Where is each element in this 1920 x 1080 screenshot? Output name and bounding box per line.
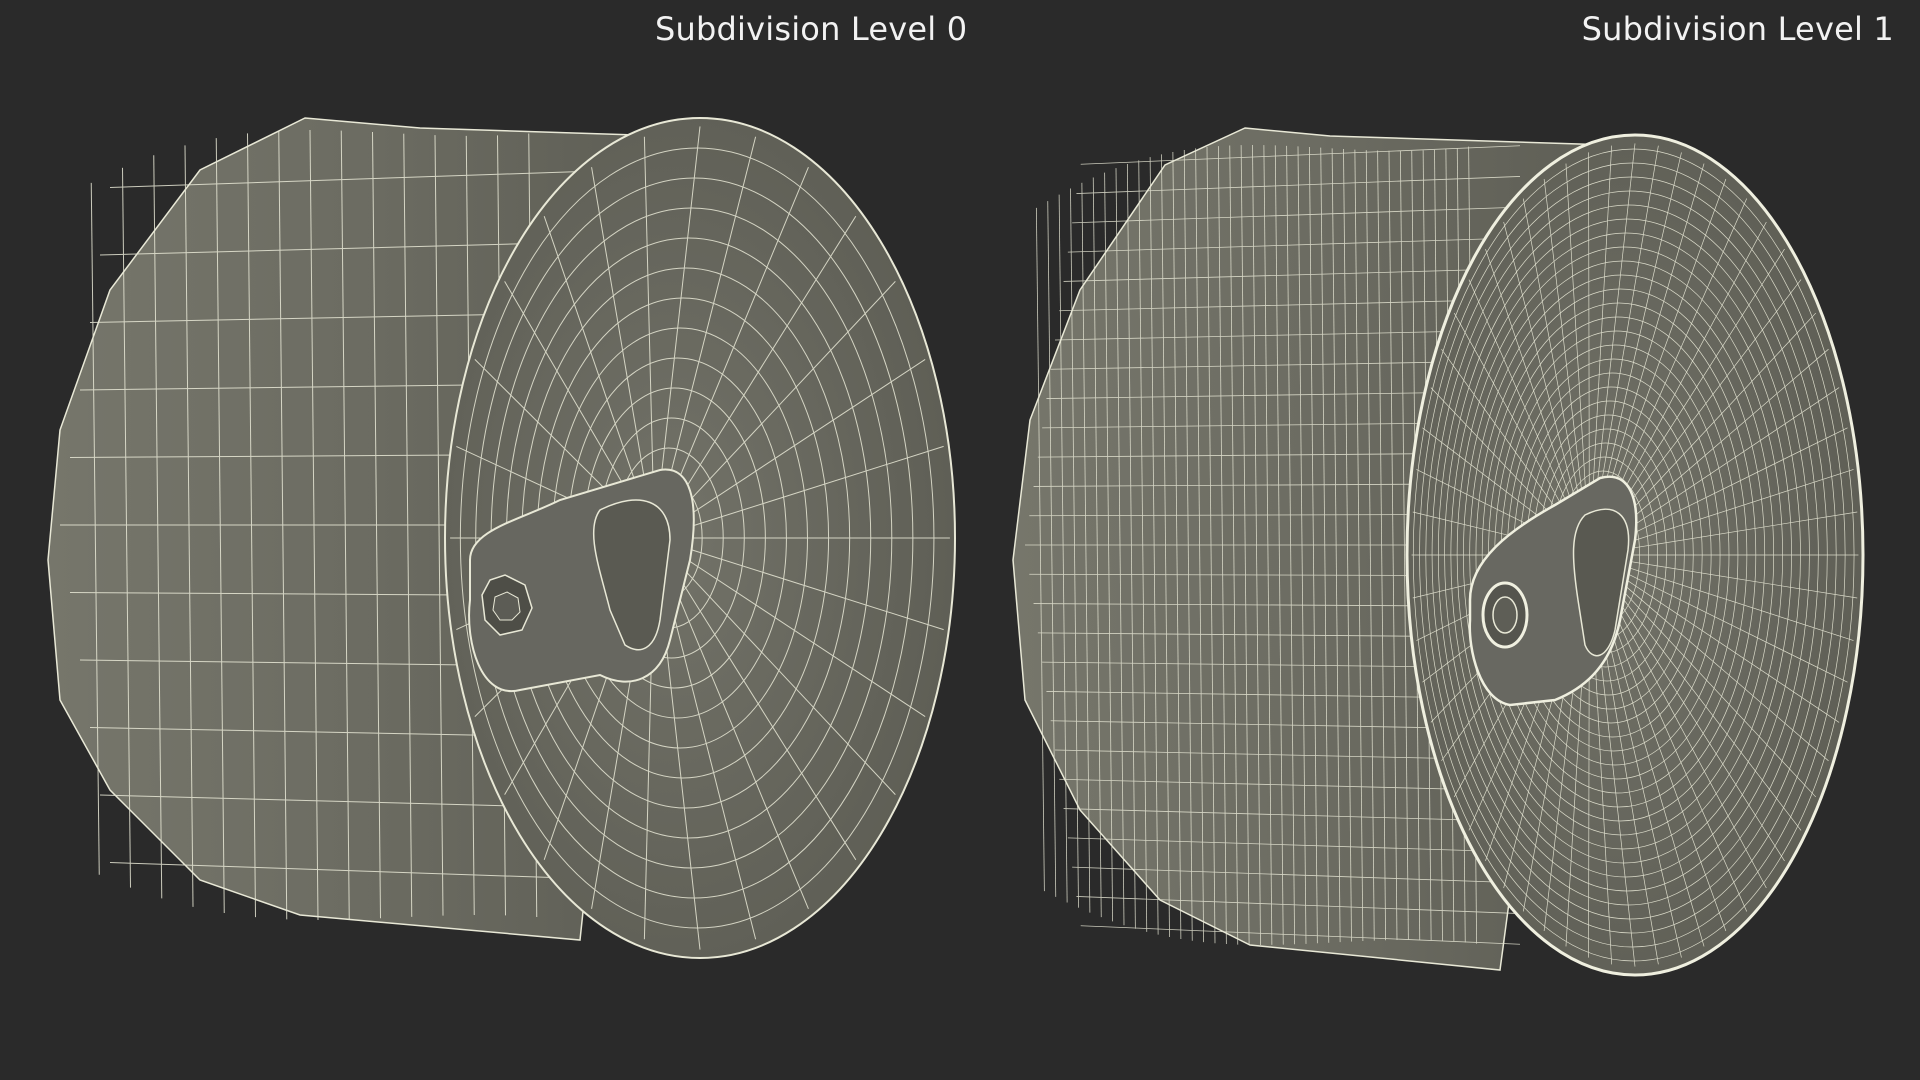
can-model-level-1 [1012, 127, 1865, 977]
can-model-level-0 [47, 117, 956, 959]
wireframe-renders [47, 117, 1865, 977]
render-viewport: Subdivision Level 0 Subdivision Level 1 [0, 0, 1920, 1080]
